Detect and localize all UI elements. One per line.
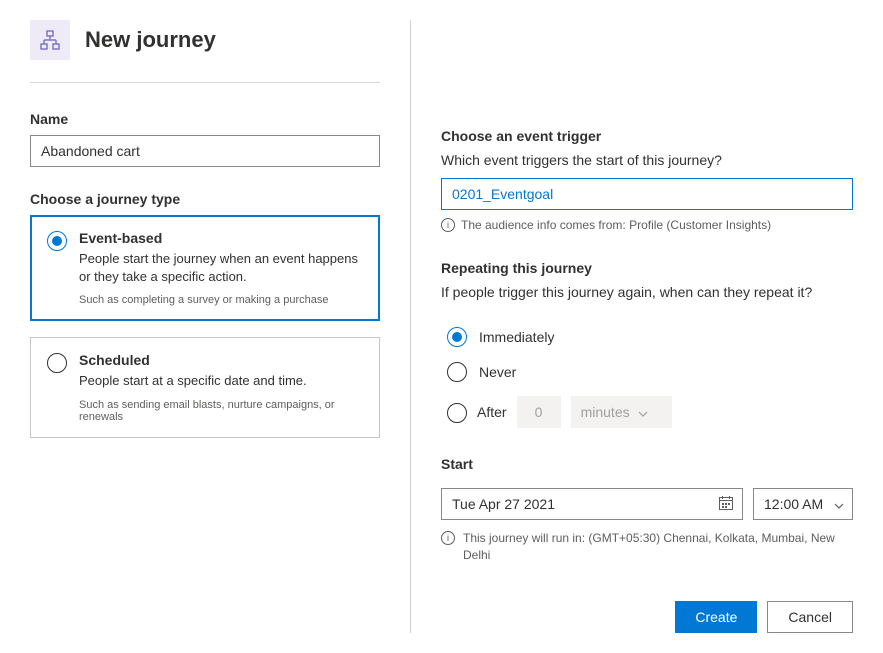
- option-title: Scheduled: [79, 352, 363, 368]
- option-hint: Such as sending email blasts, nurture ca…: [79, 399, 363, 423]
- after-number-input[interactable]: [517, 396, 561, 428]
- audience-info-text: The audience info comes from: Profile (C…: [461, 218, 771, 232]
- option-scheduled[interactable]: Scheduled People start at a specific dat…: [30, 337, 380, 437]
- journey-type-label: Choose a journey type: [30, 191, 380, 207]
- chevron-down-icon: [834, 496, 844, 512]
- info-icon: i: [441, 531, 455, 545]
- panel-divider: [410, 20, 411, 633]
- radio-never-control[interactable]: [447, 362, 467, 382]
- info-icon: i: [441, 218, 455, 232]
- radio-after-control[interactable]: [447, 403, 467, 423]
- event-trigger-label: Choose an event trigger: [441, 128, 853, 144]
- radio-immediately[interactable]: Immediately: [447, 326, 853, 347]
- after-unit-select[interactable]: minutes: [571, 396, 672, 428]
- chevron-down-icon: [638, 404, 648, 420]
- timezone-text: This journey will run in: (GMT+05:30) Ch…: [463, 530, 853, 564]
- radio-never[interactable]: Never: [447, 361, 853, 382]
- option-desc: People start the journey when an event h…: [79, 250, 363, 286]
- start-time-input[interactable]: 12:00 AM: [753, 488, 853, 520]
- divider: [30, 82, 380, 83]
- radio-label: After: [477, 404, 507, 420]
- option-desc: People start at a specific date and time…: [79, 372, 363, 390]
- unit-label: minutes: [581, 404, 630, 420]
- journey-icon: [30, 20, 70, 60]
- radio-immediately-control[interactable]: [447, 327, 467, 347]
- repeating-label: Repeating this journey: [441, 260, 853, 276]
- cancel-button[interactable]: Cancel: [767, 601, 853, 633]
- calendar-icon: [718, 495, 734, 514]
- header: New journey: [30, 20, 380, 60]
- create-button[interactable]: Create: [675, 601, 757, 633]
- radio-event-based[interactable]: [47, 231, 67, 251]
- option-hint: Such as completing a survey or making a …: [79, 294, 363, 306]
- option-title: Event-based: [79, 230, 363, 246]
- start-date-input[interactable]: Tue Apr 27 2021: [441, 488, 743, 520]
- name-input[interactable]: [30, 135, 380, 167]
- date-value: Tue Apr 27 2021: [452, 496, 718, 512]
- event-trigger-question: Which event triggers the start of this j…: [441, 152, 853, 168]
- radio-label: Never: [479, 364, 516, 380]
- time-value: 12:00 AM: [764, 496, 834, 512]
- radio-after[interactable]: After minutes: [447, 396, 853, 428]
- radio-label: Immediately: [479, 329, 554, 345]
- page-title: New journey: [85, 27, 216, 53]
- radio-scheduled[interactable]: [47, 353, 67, 373]
- repeating-question: If people trigger this journey again, wh…: [441, 284, 853, 300]
- start-label: Start: [441, 456, 853, 472]
- option-event-based[interactable]: Event-based People start the journey whe…: [30, 215, 380, 321]
- name-label: Name: [30, 111, 380, 127]
- event-trigger-input[interactable]: [441, 178, 853, 210]
